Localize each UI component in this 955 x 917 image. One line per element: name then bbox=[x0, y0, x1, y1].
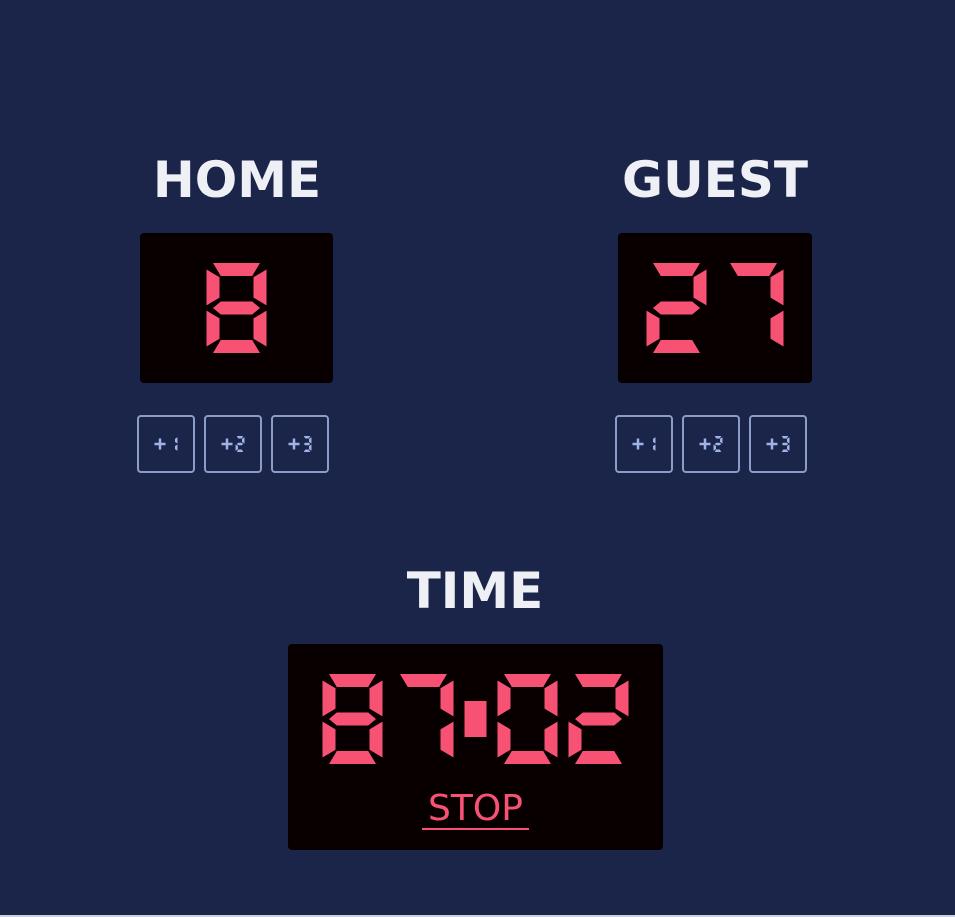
digit-8-segment-d bbox=[329, 751, 376, 764]
small-digit-3-segment-a bbox=[303, 436, 311, 439]
digit-2-segment-b bbox=[693, 269, 707, 306]
small-digit-3-segment-a bbox=[781, 436, 789, 439]
plus-sign bbox=[292, 438, 296, 450]
small-digit-3-segment-c bbox=[309, 444, 312, 451]
guest-add-2-button[interactable] bbox=[682, 415, 740, 473]
guest-score bbox=[646, 263, 784, 353]
stop-button[interactable]: STOP bbox=[422, 790, 529, 830]
small-digit-2-segment-g bbox=[714, 442, 722, 446]
digit-8-segment-b bbox=[253, 269, 267, 306]
digit-2-segment-b bbox=[615, 680, 629, 717]
digit-8-segment-e bbox=[322, 721, 336, 758]
plus-sign bbox=[225, 438, 229, 450]
small-digit-2-segment-e bbox=[235, 444, 238, 451]
small-digit-3-segment-g bbox=[303, 442, 311, 446]
digit-2-segment-g bbox=[575, 712, 622, 726]
digit-0-segment-b bbox=[544, 680, 558, 717]
digit-2-segment-d bbox=[653, 340, 700, 353]
plus-three-label bbox=[288, 436, 312, 452]
guest-add-1-button[interactable] bbox=[615, 415, 673, 473]
plus-sign bbox=[158, 438, 162, 450]
home-score-panel bbox=[140, 233, 333, 383]
digit-0-segment-e bbox=[497, 721, 511, 758]
digit-7-segment-a bbox=[730, 263, 777, 276]
digit-8-segment-d bbox=[213, 340, 260, 353]
home-title: HOME bbox=[152, 151, 322, 209]
small-digit-3-segment-c bbox=[787, 444, 790, 451]
small-digit-2-segment-b bbox=[242, 437, 245, 444]
digit-0-segment-d bbox=[504, 751, 551, 764]
small-digit-3-segment-g bbox=[781, 442, 789, 446]
time-title: TIME bbox=[406, 562, 544, 620]
guest-score-panel bbox=[618, 233, 812, 383]
digit-8-segment-f bbox=[206, 269, 220, 306]
home-add-2-button[interactable] bbox=[204, 415, 262, 473]
digit-0-segment-c bbox=[544, 721, 558, 758]
small-digit-2-segment-g bbox=[236, 442, 244, 446]
plus-sign bbox=[636, 438, 640, 450]
timer-display bbox=[322, 674, 629, 764]
digit-7-segment-b bbox=[440, 680, 454, 717]
plus-sign bbox=[703, 438, 707, 450]
plus-two-label bbox=[221, 436, 245, 452]
digit-0-segment-a bbox=[504, 674, 551, 687]
digit-2-segment-a bbox=[575, 674, 622, 687]
digit-2-segment-e bbox=[568, 721, 582, 758]
timer-panel: STOP bbox=[288, 644, 663, 850]
plus-three-label bbox=[766, 436, 790, 452]
digit-8-segment-a bbox=[213, 263, 260, 276]
plus-one-label bbox=[632, 437, 656, 451]
digit-8-segment-e bbox=[206, 310, 220, 347]
digit-2-segment-e bbox=[646, 310, 660, 347]
digit-8-segment-c bbox=[253, 310, 267, 347]
digit-8-segment-g bbox=[213, 301, 260, 315]
small-digit-2-segment-d bbox=[714, 449, 722, 452]
small-digit-1-segment-b bbox=[175, 437, 178, 444]
small-digit-1-segment-c bbox=[653, 444, 656, 451]
colon-dot bbox=[464, 715, 487, 737]
guest-title: GUEST bbox=[622, 151, 808, 209]
small-digit-3-segment-b bbox=[787, 437, 790, 444]
small-digit-2-segment-a bbox=[236, 436, 244, 439]
digit-8-segment-g bbox=[329, 712, 376, 726]
digit-2-segment-a bbox=[653, 263, 700, 276]
digit-7-segment-c bbox=[770, 310, 784, 347]
small-digit-2-segment-e bbox=[713, 444, 716, 451]
small-digit-1-segment-b bbox=[653, 437, 656, 444]
plus-sign bbox=[770, 438, 774, 450]
digit-2-segment-d bbox=[575, 751, 622, 764]
guest-add-3-button[interactable] bbox=[749, 415, 807, 473]
digit-0-segment-f bbox=[497, 680, 511, 717]
small-digit-3-segment-d bbox=[781, 449, 789, 452]
small-digit-3-segment-b bbox=[309, 437, 312, 444]
digit-7-segment-c bbox=[440, 721, 454, 758]
digit-8-segment-f bbox=[322, 680, 336, 717]
plus-two-label bbox=[699, 436, 723, 452]
digit-8-segment-b bbox=[369, 680, 383, 717]
small-digit-2-segment-a bbox=[714, 436, 722, 439]
small-digit-2-segment-d bbox=[236, 449, 244, 452]
home-add-3-button[interactable] bbox=[271, 415, 329, 473]
digit-7-segment-b bbox=[770, 269, 784, 306]
home-add-1-button[interactable] bbox=[137, 415, 195, 473]
digit-8-segment-c bbox=[369, 721, 383, 758]
digit-8-segment-a bbox=[329, 674, 376, 687]
plus-one-label bbox=[154, 437, 178, 451]
home-score bbox=[206, 263, 267, 353]
small-digit-1-segment-c bbox=[175, 444, 178, 451]
small-digit-3-segment-d bbox=[303, 449, 311, 452]
digit-2-segment-g bbox=[653, 301, 700, 315]
small-digit-2-segment-b bbox=[720, 437, 723, 444]
digit-7-segment-a bbox=[400, 674, 447, 687]
